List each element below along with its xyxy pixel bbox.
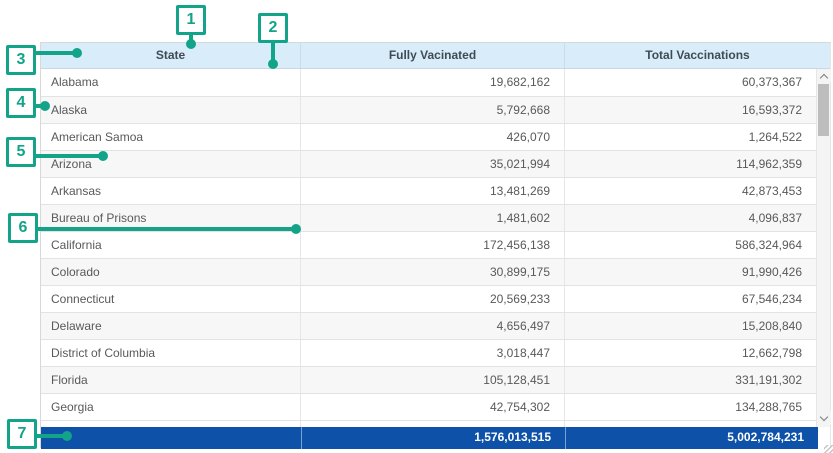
column-header-fully-vacinated[interactable]: Fully Vacinated xyxy=(301,43,565,68)
resize-grip-icon[interactable] xyxy=(824,445,833,453)
callout-2-label: 2 xyxy=(269,20,278,36)
table-body: Alabama19,682,16260,373,367Alaska5,792,6… xyxy=(41,69,830,427)
cell-total-vaccinations: 60,373,367 xyxy=(565,69,817,96)
cell-total-vaccinations: 16,593,372 xyxy=(565,97,817,123)
callout-6-dot xyxy=(291,224,301,234)
cell-state: Alabama xyxy=(41,69,301,96)
callout-6-label: 6 xyxy=(19,220,28,236)
cell-total-vaccinations: 134,288,765 xyxy=(565,394,817,420)
cell-fully-vacinated: 105,128,451 xyxy=(301,367,565,393)
scrollbar-down-button[interactable] xyxy=(817,411,831,425)
callout-7-label: 7 xyxy=(18,426,27,442)
cell-fully-vacinated: 5,792,668 xyxy=(301,97,565,123)
cell-state: Arkansas xyxy=(41,178,301,204)
table-row[interactable]: Florida105,128,451331,191,302 xyxy=(41,366,817,393)
table-row[interactable]: Alabama19,682,16260,373,367 xyxy=(41,69,817,96)
cell-fully-vacinated: 20,569,233 xyxy=(301,286,565,312)
table-row[interactable]: Colorado30,899,17591,990,426 xyxy=(41,258,817,285)
table-row[interactable]: California172,456,138586,324,964 xyxy=(41,231,817,258)
cell-fully-vacinated: 42,754,302 xyxy=(301,394,565,420)
cell-fully-vacinated: 426,070 xyxy=(301,124,565,150)
cell-total-vaccinations: 586,324,964 xyxy=(565,232,817,258)
chevron-down-icon xyxy=(820,412,828,420)
table-header-row: State Fully Vacinated Total Vaccinations xyxy=(41,43,830,69)
callout-6-line xyxy=(38,227,296,231)
page: State Fully Vacinated Total Vaccinations… xyxy=(0,0,833,453)
callout-1-label: 1 xyxy=(187,12,196,28)
chevron-up-icon xyxy=(820,73,828,81)
cell-fully-vacinated: 30,899,175 xyxy=(301,259,565,285)
callout-2-dot xyxy=(268,59,278,69)
vertical-scrollbar[interactable] xyxy=(816,69,830,427)
callout-5-box: 5 xyxy=(6,137,36,167)
cell-total-vaccinations: 331,191,302 xyxy=(565,367,817,393)
cell-total-vaccinations: 114,962,359 xyxy=(565,151,817,177)
table-row[interactable]: Georgia42,754,302134,288,765 xyxy=(41,393,817,420)
callout-2-box: 2 xyxy=(258,13,288,43)
table-row[interactable]: Arizona35,021,994114,962,359 xyxy=(41,150,817,177)
partial-cell xyxy=(41,421,301,427)
totals-state-cell xyxy=(41,427,302,449)
cell-total-vaccinations: 15,208,840 xyxy=(565,313,817,339)
cell-fully-vacinated: 3,018,447 xyxy=(301,340,565,366)
callout-3-box: 3 xyxy=(6,45,36,75)
callout-4-box: 4 xyxy=(6,88,36,118)
totals-fully-vacinated: 1,576,013,515 xyxy=(302,427,566,449)
callout-4-dot xyxy=(40,101,50,111)
cell-state: Florida xyxy=(41,367,301,393)
callout-4-label: 4 xyxy=(17,95,26,111)
table-row[interactable]: Delaware4,656,49715,208,840 xyxy=(41,312,817,339)
totals-total-vaccinations: 5,002,784,231 xyxy=(566,427,818,449)
partial-cell xyxy=(565,421,817,427)
callout-1-box: 1 xyxy=(176,5,206,35)
cell-total-vaccinations: 4,096,837 xyxy=(565,205,817,231)
scrollbar-up-button[interactable] xyxy=(817,69,831,83)
scrollbar-thumb[interactable] xyxy=(818,84,829,136)
vaccination-table: State Fully Vacinated Total Vaccinations… xyxy=(40,42,831,448)
cell-fully-vacinated: 4,656,497 xyxy=(301,313,565,339)
partial-row xyxy=(41,420,817,427)
cell-fully-vacinated: 13,481,269 xyxy=(301,178,565,204)
cell-total-vaccinations: 67,546,234 xyxy=(565,286,817,312)
callout-3-dot xyxy=(72,48,82,58)
table-row[interactable]: American Samoa426,0701,264,522 xyxy=(41,123,817,150)
partial-cell xyxy=(301,421,565,427)
callout-7-box: 7 xyxy=(7,419,37,449)
callout-6-box: 6 xyxy=(8,213,38,243)
callout-5-line xyxy=(36,154,103,158)
cell-state: Delaware xyxy=(41,313,301,339)
cell-total-vaccinations: 12,662,798 xyxy=(565,340,817,366)
cell-fully-vacinated: 1,481,602 xyxy=(301,205,565,231)
cell-total-vaccinations: 42,873,453 xyxy=(565,178,817,204)
table-rows: Alabama19,682,16260,373,367Alaska5,792,6… xyxy=(41,69,817,427)
cell-fully-vacinated: 19,682,162 xyxy=(301,69,565,96)
table-row[interactable]: District of Columbia3,018,44712,662,798 xyxy=(41,339,817,366)
callout-5-dot xyxy=(98,151,108,161)
cell-state: Georgia xyxy=(41,394,301,420)
callout-5-label: 5 xyxy=(17,144,26,160)
cell-fully-vacinated: 35,021,994 xyxy=(301,151,565,177)
cell-state: Alaska xyxy=(41,97,301,123)
column-header-total-vaccinations[interactable]: Total Vaccinations xyxy=(565,43,830,68)
cell-total-vaccinations: 91,990,426 xyxy=(565,259,817,285)
callout-7-dot xyxy=(62,431,72,441)
cell-state: District of Columbia xyxy=(41,340,301,366)
table-row[interactable]: Arkansas13,481,26942,873,453 xyxy=(41,177,817,204)
totals-row: 1,576,013,515 5,002,784,231 xyxy=(41,427,818,449)
callout-1-dot xyxy=(186,39,196,49)
cell-state: California xyxy=(41,232,301,258)
callout-3-label: 3 xyxy=(17,52,26,68)
callout-3-line xyxy=(36,51,77,55)
cell-state: Colorado xyxy=(41,259,301,285)
cell-total-vaccinations: 1,264,522 xyxy=(565,124,817,150)
table-row[interactable]: Alaska5,792,66816,593,372 xyxy=(41,96,817,123)
cell-fully-vacinated: 172,456,138 xyxy=(301,232,565,258)
cell-state: American Samoa xyxy=(41,124,301,150)
cell-state: Connecticut xyxy=(41,286,301,312)
table-row[interactable]: Connecticut20,569,23367,546,234 xyxy=(41,285,817,312)
